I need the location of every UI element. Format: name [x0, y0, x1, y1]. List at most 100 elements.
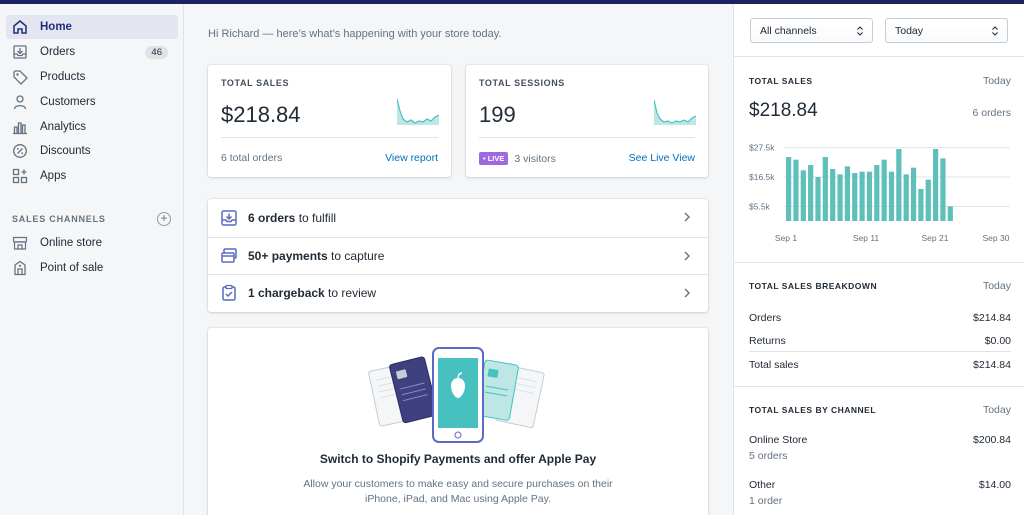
sidebar-item-point-of-sale[interactable]: Point of sale: [6, 256, 178, 280]
promo-title: Switch to Shopify Payments and offer App…: [319, 452, 597, 466]
breakdown-value: $214.84: [973, 312, 1011, 324]
x-tick-label: Sep 1: [775, 233, 797, 243]
sidebar-item-apps[interactable]: Apps: [6, 164, 178, 188]
store-icon: [11, 234, 29, 252]
total-sessions-sparkline: [654, 99, 696, 125]
sidebar-item-label: Analytics: [40, 121, 87, 133]
channel-select-value: All channels: [760, 24, 817, 37]
shopify-payments-promo-card: Switch to Shopify Payments and offer App…: [208, 328, 708, 515]
channel-value: $200.84: [973, 434, 1011, 446]
panel-sales-title: TOTAL SALES: [749, 76, 813, 86]
sidebar: Home Orders 46 Products Customers Analyt…: [0, 4, 184, 515]
total-sales-card: TOTAL SALES $218.84 6 total orders View …: [208, 65, 451, 177]
sidebar-item-label: Products: [40, 71, 86, 83]
chart-bar: [866, 171, 873, 221]
sidebar-item-label: Orders: [40, 46, 76, 58]
total-orders-text: 6 total orders: [221, 152, 283, 164]
x-tick-label: Sep 11: [853, 233, 880, 243]
total-sales-value: $218.84: [221, 102, 301, 127]
chart-bar: [793, 159, 799, 221]
home-icon: [11, 18, 29, 36]
by-channel-period: Today: [982, 404, 1011, 416]
sidebar-item-label: Customers: [40, 96, 96, 108]
discount-icon: [11, 142, 29, 160]
total-sales-sparkline: [397, 98, 439, 125]
panel-sales-orders: 6 orders: [972, 107, 1011, 119]
live-badge: • LIVE: [479, 152, 509, 165]
y-tick-label: $16.5k: [749, 172, 775, 182]
view-report-link[interactable]: View report: [385, 152, 438, 164]
breakdown-value: $0.00: [984, 335, 1011, 347]
channel-orders: 1 order: [749, 495, 783, 507]
card-divider: [221, 137, 438, 138]
sidebar-item-orders[interactable]: Orders 46: [6, 40, 178, 64]
breakdown-label: Total sales: [749, 359, 799, 371]
breakdown-label: Orders: [749, 312, 782, 324]
sidebar-item-label: Point of sale: [40, 262, 104, 274]
card-divider: [479, 137, 695, 138]
chart-bar: [837, 174, 843, 221]
chart-bar: [815, 177, 821, 221]
task-text: 6 orders to fulfill: [248, 210, 337, 225]
channel-name: Other: [749, 479, 776, 491]
task-review-chargeback[interactable]: 1 chargeback to review: [208, 274, 708, 311]
promo-body: Allow your customers to make easy and se…: [303, 478, 613, 505]
chart-bar: [822, 157, 828, 221]
channel-value: $14.00: [978, 479, 1011, 491]
chart-bar: [918, 189, 924, 221]
clipboard-icon: [222, 284, 236, 301]
sidebar-item-label: Home: [40, 21, 72, 33]
chart-bar: [925, 179, 931, 221]
apps-icon: [11, 167, 29, 185]
y-tick-label: $5.5k: [749, 201, 771, 211]
channel-select[interactable]: All channels: [750, 18, 873, 43]
chart-bar: [830, 169, 836, 221]
tag-icon: [11, 68, 29, 86]
task-text: 1 chargeback to review: [248, 286, 377, 300]
total-sales-panel: TOTAL SALES Today $218.84 6 orders $5.5k…: [734, 56, 1024, 262]
task-text: 50+ payments to capture: [248, 249, 385, 263]
greeting-text: Hi Richard — here’s what’s happening wit…: [208, 28, 502, 40]
apple-pay-illustration: [368, 347, 545, 443]
chevron-right-icon: [684, 212, 690, 222]
sidebar-item-customers[interactable]: Customers: [6, 90, 178, 114]
chart-bar: [888, 171, 895, 221]
chart-bar: [786, 157, 792, 221]
sidebar-item-analytics[interactable]: Analytics: [6, 115, 178, 139]
bar-chart-icon: [11, 118, 29, 136]
tasks-card: 6 orders to fulfill 50+ payments to capt…: [208, 199, 708, 312]
sidebar-item-label: Discounts: [40, 145, 91, 157]
breakdown-period: Today: [982, 280, 1011, 292]
sidebar-item-products[interactable]: Products: [6, 65, 178, 89]
orders-count-badge: 46: [145, 45, 168, 59]
task-fulfill-orders[interactable]: 6 orders to fulfill: [208, 199, 708, 236]
chart-bar: [800, 170, 806, 221]
task-capture-payments[interactable]: 50+ payments to capture: [208, 237, 708, 274]
x-tick-label: Sep 30: [983, 233, 1010, 243]
chart-bar: [940, 158, 946, 221]
chart-bar: [808, 165, 814, 221]
x-tick-label: Sep 21: [922, 233, 949, 243]
period-select[interactable]: Today: [885, 18, 1008, 43]
breakdown-title: TOTAL SALES BREAKDOWN: [749, 281, 878, 291]
panel-sales-period: Today: [982, 75, 1011, 87]
breakdown-value: $214.84: [973, 359, 1011, 371]
fulfill-icon: [221, 209, 237, 226]
sidebar-item-online-store[interactable]: Online store: [6, 231, 178, 255]
chart-bar: [933, 149, 939, 221]
select-arrows-icon: [992, 26, 998, 36]
breakdown-divider: [749, 351, 1011, 352]
chart-bar: [910, 167, 917, 221]
sales-channels-heading: SALES CHANNELS: [12, 214, 106, 224]
sidebar-item-discounts[interactable]: Discounts: [6, 139, 178, 163]
sidebar-item-home[interactable]: Home: [6, 15, 178, 39]
visitors-row: • LIVE 3 visitors: [479, 152, 556, 165]
channel-orders: 5 orders: [749, 450, 788, 462]
channel-name: Online Store: [749, 434, 808, 446]
chevron-right-icon: [684, 251, 690, 261]
chart-bar: [947, 206, 953, 221]
person-icon: [11, 93, 29, 111]
total-sessions-title: TOTAL SESSIONS: [479, 78, 565, 88]
see-live-view-link[interactable]: See Live View: [629, 152, 695, 164]
add-sales-channel-button[interactable]: +: [157, 212, 171, 226]
